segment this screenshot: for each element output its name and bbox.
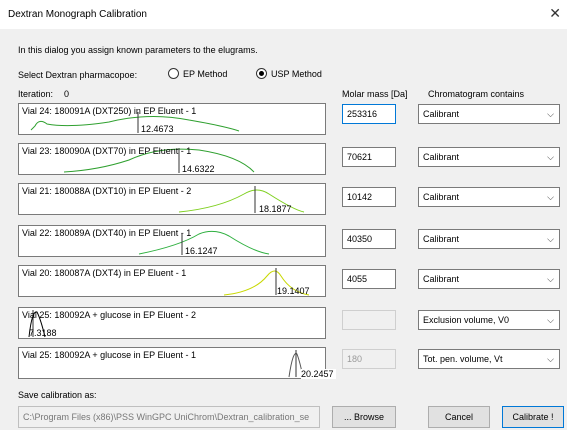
radio-usp-label[interactable]: USP Method bbox=[271, 69, 322, 79]
chevron-down-icon: ⌵ bbox=[547, 109, 554, 119]
chevron-down-icon: ⌵ bbox=[547, 354, 554, 364]
molar-mass-header: Molar mass [Da] bbox=[342, 89, 408, 99]
contains-select-value: Calibrant bbox=[423, 109, 460, 119]
contains-select[interactable]: Calibrant ⌵ bbox=[418, 104, 560, 124]
radio-ep-label[interactable]: EP Method bbox=[183, 69, 227, 79]
molar-mass-input[interactable]: 70621 bbox=[342, 147, 396, 167]
contains-select[interactable]: Calibrant ⌵ bbox=[418, 147, 560, 167]
iteration-label: Iteration: bbox=[18, 89, 54, 99]
vial-label: Vial 21: 180088A (DXT10) in EP Eluent - … bbox=[22, 186, 192, 196]
window-title: Dextran Monograph Calibration bbox=[8, 9, 147, 20]
contains-select-value: Calibrant bbox=[423, 192, 460, 202]
molar-mass-input[interactable]: 10142 bbox=[342, 187, 396, 207]
title-bar: Dextran Monograph Calibration ✕ bbox=[0, 0, 567, 29]
save-path-input[interactable]: C:\Program Files (x86)\PSS WinGPC UniChr… bbox=[18, 406, 320, 428]
chevron-down-icon: ⌵ bbox=[547, 192, 554, 202]
chromatogram-plot: Vial 23: 180090A (DXT70) in EP Eluent - … bbox=[18, 143, 326, 175]
radio-usp-method[interactable] bbox=[256, 68, 267, 79]
chevron-down-icon: ⌵ bbox=[547, 315, 554, 325]
browse-button[interactable]: ... Browse bbox=[332, 406, 396, 428]
vial-label: Vial 24: 180091A (DXT250) in EP Eluent -… bbox=[22, 106, 197, 116]
molar-mass-input[interactable] bbox=[342, 310, 396, 330]
contains-select-value: Tot. pen. volume, Vt bbox=[423, 354, 503, 364]
peak-value: 14.6322 bbox=[182, 164, 215, 174]
peak-value: 16.1247 bbox=[185, 246, 218, 256]
contains-select[interactable]: Calibrant ⌵ bbox=[418, 269, 560, 289]
radio-ep-method[interactable] bbox=[168, 68, 179, 79]
contains-select-value: Calibrant bbox=[423, 152, 460, 162]
contains-select[interactable]: Calibrant ⌵ bbox=[418, 229, 560, 249]
save-label: Save calibration as: bbox=[18, 390, 97, 400]
vial-label: Vial 22: 180089A (DXT40) in EP Eluent - … bbox=[22, 228, 192, 238]
vial-label: Vial 20: 180087A (DXT4) in EP Eluent - 1 bbox=[22, 268, 187, 278]
vial-label: Vial 25: 180092A + glucose in EP Eluent … bbox=[22, 310, 197, 320]
peak-value: 18.1877 bbox=[259, 204, 292, 214]
peak-value: 12.4673 bbox=[141, 124, 174, 134]
pharmacopoe-label: Select Dextran pharmacopoe: bbox=[18, 70, 138, 80]
peak-value: 20.2457 bbox=[301, 369, 336, 379]
molar-mass-input[interactable]: 40350 bbox=[342, 229, 396, 249]
chromatogram-plot: Vial 24: 180091A (DXT250) in EP Eluent -… bbox=[18, 103, 326, 135]
contains-select-value: Calibrant bbox=[423, 234, 460, 244]
molar-mass-input[interactable]: 180 bbox=[342, 349, 396, 369]
peak-value: 19.1407 bbox=[277, 286, 310, 296]
close-icon[interactable]: ✕ bbox=[549, 6, 561, 20]
contains-select-value: Calibrant bbox=[423, 274, 460, 284]
chevron-down-icon: ⌵ bbox=[547, 152, 554, 162]
molar-mass-input[interactable]: 4055 bbox=[342, 269, 396, 289]
vial-label: Vial 25: 180092A + glucose in EP Eluent … bbox=[22, 350, 197, 360]
calibrate-button[interactable]: Calibrate ! bbox=[502, 406, 564, 428]
iteration-value: 0 bbox=[64, 89, 70, 99]
contains-select[interactable]: Tot. pen. volume, Vt ⌵ bbox=[418, 349, 560, 369]
contains-select[interactable]: Exclusion volume, V0 ⌵ bbox=[418, 310, 560, 330]
chromatogram-plot: Vial 22: 180089A (DXT40) in EP Eluent - … bbox=[18, 225, 326, 257]
vial-label: Vial 23: 180090A (DXT70) in EP Eluent - … bbox=[22, 146, 192, 156]
cancel-button[interactable]: Cancel bbox=[428, 406, 490, 428]
calibration-dialog: Dextran Monograph Calibration ✕ In this … bbox=[0, 0, 567, 430]
contains-header: Chromatogram contains bbox=[428, 89, 525, 99]
intro-text: In this dialog you assign known paramete… bbox=[18, 45, 258, 55]
chevron-down-icon: ⌵ bbox=[547, 274, 554, 284]
peak-value: 7.3188 bbox=[29, 328, 57, 338]
chromatogram-plot: Vial 21: 180088A (DXT10) in EP Eluent - … bbox=[18, 183, 326, 215]
molar-mass-input[interactable]: 253316 bbox=[342, 104, 396, 124]
chromatogram-plot: Vial 25: 180092A + glucose in EP Eluent … bbox=[18, 307, 326, 339]
chromatogram-plot: Vial 20: 180087A (DXT4) in EP Eluent - 1… bbox=[18, 265, 326, 297]
contains-select-value: Exclusion volume, V0 bbox=[423, 315, 510, 325]
contains-select[interactable]: Calibrant ⌵ bbox=[418, 187, 560, 207]
chromatogram-plot: Vial 25: 180092A + glucose in EP Eluent … bbox=[18, 347, 336, 379]
chevron-down-icon: ⌵ bbox=[547, 234, 554, 244]
